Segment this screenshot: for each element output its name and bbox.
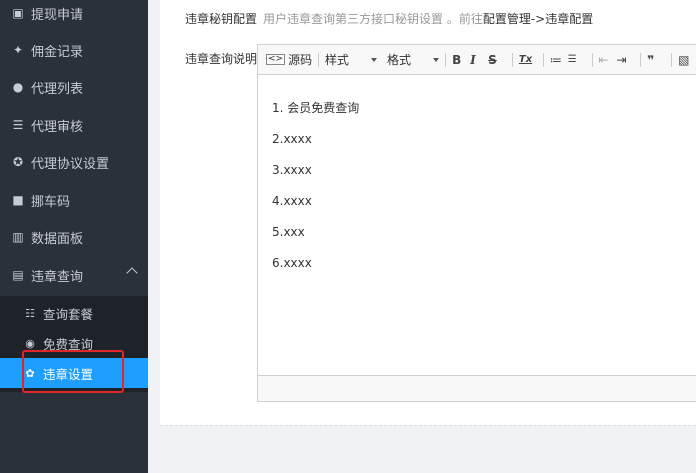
chevron-up-icon (126, 267, 138, 279)
violation-submenu: ☷ 查询套餐 ◉ 免费查询 ✿ 违章设置 (0, 296, 148, 392)
list-icon: ☷ (25, 306, 35, 320)
toolbar-divider (640, 52, 642, 67)
indent-icon[interactable]: ⇥ (616, 53, 634, 67)
audit-icon: ☰ (12, 118, 24, 132)
description-label: 违章查询说明 (185, 52, 258, 66)
submenu-item-label: 免费查询 (43, 336, 94, 352)
chevron-down-icon (433, 57, 440, 62)
rich-text-editor: <> 源码 样式 格式 B I S Tx ≔ ☰ ⇤ ⇥ ❞ ▧ 1. 会员免费… (257, 44, 696, 402)
editor-line: 6.xxxx (272, 256, 312, 270)
style-select-value: 样式 (324, 53, 349, 67)
gear-icon: ✿ (25, 366, 35, 380)
car-icon: ■ (12, 193, 24, 207)
sidebar-item-dashboard[interactable]: ▥ 数据面板 (0, 218, 148, 256)
settings-panel: 违章秘钥配置 用户违章查询第三方接口秘钥设置 。前往配置管理->违章配置 违章查询… (160, 0, 696, 425)
secret-config-label: 违章秘钥配置 (185, 12, 258, 26)
editor-line: 1. 会员免费查询 (272, 101, 360, 115)
style-select[interactable]: 样式 (324, 51, 378, 68)
format-select[interactable]: 格式 (387, 51, 440, 68)
commission-icon: ✦ (12, 43, 24, 57)
withdraw-icon: ▣ (12, 6, 24, 20)
sidebar-item-label: 提现申请 (31, 7, 84, 23)
sidebar-item-label: 数据面板 (31, 231, 84, 247)
toolbar-divider (318, 52, 319, 67)
submenu-item-label: 查询套餐 (43, 306, 94, 322)
submenu-item-query-package[interactable]: ☷ 查询套餐 (0, 298, 148, 328)
sidebar-item-label: 代理协议设置 (31, 156, 110, 172)
secret-config-row: 违章秘钥配置 用户违章查询第三方接口秘钥设置 。前往配置管理->违章配置 (185, 10, 593, 27)
editor-line: 3.xxxx (272, 163, 312, 177)
editor-content[interactable]: 1. 会员免费查询 2.xxxx 3.xxxx 4.xxxx 5.xxx 6.x… (258, 75, 696, 376)
editor-line: 4.xxxx (272, 194, 312, 208)
outdent-icon[interactable]: ⇤ (598, 53, 616, 67)
chart-icon: ▥ (12, 230, 24, 244)
chevron-down-icon (371, 57, 378, 62)
format-select-value: 格式 (387, 53, 412, 67)
ordered-list-icon[interactable]: ≔ (550, 53, 568, 67)
toolbar-divider (671, 52, 673, 67)
source-icon: <> (266, 54, 286, 65)
source-button[interactable]: <> 源码 (266, 51, 312, 68)
clear-format-icon[interactable]: Tx (519, 54, 537, 65)
submenu-item-violation-settings[interactable]: ✿ 违章设置 (0, 358, 148, 388)
toolbar-divider (512, 52, 513, 67)
sidebar-item-withdraw[interactable]: ▣ 提现申请 (0, 0, 148, 32)
quote-icon[interactable]: ❞ (647, 53, 665, 67)
sidebar-item-label: 代理列表 (31, 81, 84, 97)
source-label: 源码 (288, 53, 313, 67)
sidebar-item-car-code[interactable]: ■ 挪车码 (0, 181, 148, 219)
secret-config-hint: 用户违章查询第三方接口秘钥设置 。前往 (263, 12, 483, 26)
main-content: 违章秘钥配置 用户违章查询第三方接口秘钥设置 。前往配置管理->违章配置 违章查询… (148, 0, 696, 473)
italic-icon[interactable]: I (470, 53, 488, 67)
editor-line: 5.xxx (272, 225, 305, 239)
sidebar-item-label: 挪车码 (31, 194, 71, 210)
image-icon[interactable]: ▧ (678, 53, 696, 67)
bold-icon[interactable]: B (452, 53, 470, 67)
divider (160, 425, 696, 426)
sidebar-item-protocol[interactable]: ✪ 代理协议设置 (0, 143, 148, 181)
sidebar-item-label: 代理审核 (31, 119, 84, 135)
editor-line: 2.xxxx (272, 132, 312, 146)
editor-statusbar (258, 375, 696, 401)
sidebar-item-label: 佣金记录 (31, 44, 84, 60)
sidebar-item-violation[interactable]: ▤ 违章查询 (0, 256, 148, 294)
editor-toolbar: <> 源码 样式 格式 B I S Tx ≔ ☰ ⇤ ⇥ ❞ ▧ (258, 45, 696, 75)
toolbar-divider (542, 52, 544, 67)
sidebar-item-label: 违章查询 (31, 269, 84, 285)
toolbar-divider (445, 52, 447, 67)
violation-icon: ▤ (12, 268, 24, 282)
config-manage-link[interactable]: 配置管理->违章配置 (483, 12, 593, 26)
free-icon: ◉ (25, 336, 35, 350)
sidebar: ▣ 提现申请 ✦ 佣金记录 ● 代理列表 ☰ 代理审核 ✪ 代理协议设置 ■ 挪… (0, 0, 148, 473)
protocol-icon: ✪ (12, 155, 24, 169)
sidebar-item-agent-audit[interactable]: ☰ 代理审核 (0, 106, 148, 144)
bullet-list-icon[interactable]: ☰ (568, 54, 586, 65)
toolbar-divider (591, 52, 593, 67)
strike-icon[interactable]: S (488, 53, 506, 67)
submenu-item-label: 违章设置 (43, 366, 94, 382)
sidebar-item-agents[interactable]: ● 代理列表 (0, 68, 148, 106)
sidebar-item-commission[interactable]: ✦ 佣金记录 (0, 31, 148, 69)
submenu-item-free-query[interactable]: ◉ 免费查询 (0, 328, 148, 358)
users-icon: ● (12, 80, 24, 94)
